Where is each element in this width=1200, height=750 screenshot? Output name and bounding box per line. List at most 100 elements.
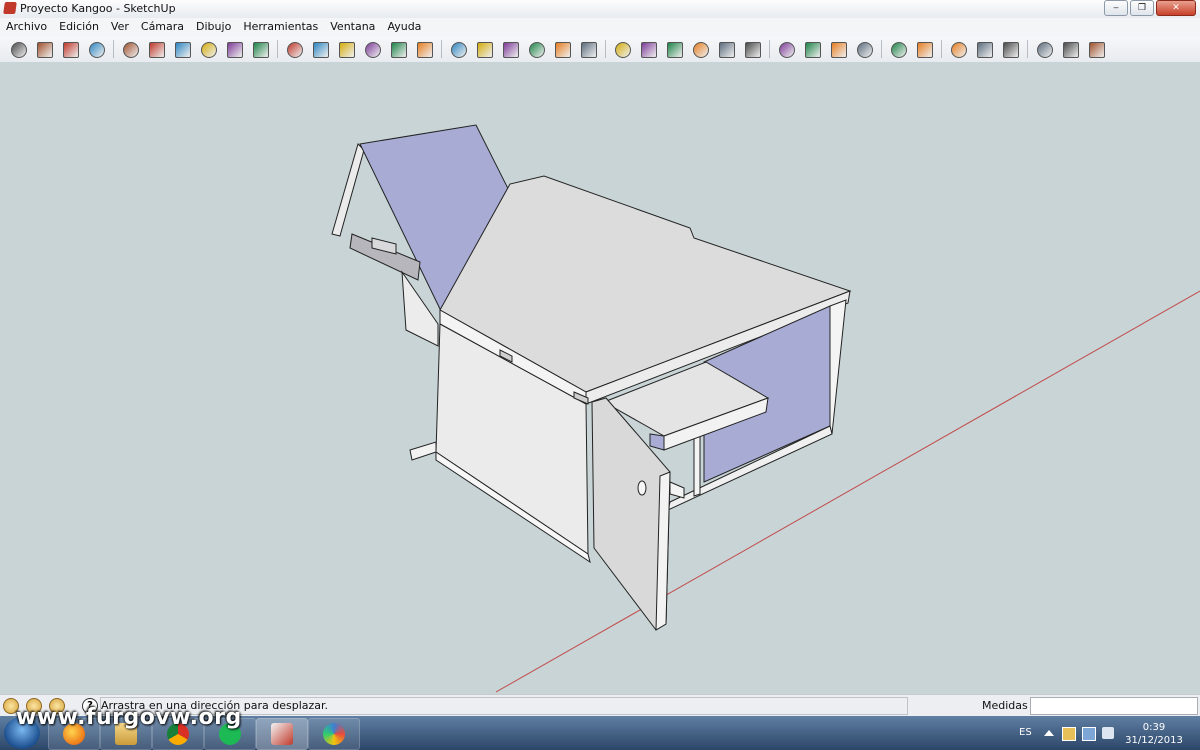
push-pull-tool[interactable]: [310, 39, 330, 59]
zoom-extents-tool[interactable]: [716, 39, 736, 59]
shelf-side-edge: [649, 433, 665, 451]
orbit-tool[interactable]: [612, 39, 632, 59]
position-camera-tool-icon: [779, 42, 795, 58]
toolbar-separator: [605, 40, 606, 58]
zoom-tool[interactable]: [664, 39, 684, 59]
menu-archivo[interactable]: Archivo: [0, 18, 53, 36]
orbit-tool-icon: [615, 42, 631, 58]
previous-view-tool[interactable]: [742, 39, 762, 59]
window-title: Proyecto Kangoo - SketchUp: [20, 2, 176, 15]
follow-me-tool[interactable]: [362, 39, 382, 59]
sketchup-app-icon: [3, 2, 17, 14]
maximize-button[interactable]: ❐: [1130, 0, 1154, 16]
dimension-tool-icon: [477, 42, 493, 58]
add-location-tool[interactable]: [948, 39, 968, 59]
make-component-tool[interactable]: [34, 39, 54, 59]
3d-warehouse-tool-icon: [1063, 42, 1079, 58]
menu-camara[interactable]: Cámara: [135, 18, 190, 36]
polygon-tool[interactable]: [224, 39, 244, 59]
title-bar: Proyecto Kangoo - SketchUp ‒ ❐ ✕: [0, 0, 1200, 19]
menu-ayuda[interactable]: Ayuda: [381, 18, 427, 36]
minimize-button[interactable]: ‒: [1104, 0, 1128, 16]
zoom-window-tool-icon: [693, 42, 709, 58]
menu-herramientas[interactable]: Herramientas: [237, 18, 324, 36]
tape-measure-tool[interactable]: [448, 39, 468, 59]
zoom-window-tool[interactable]: [690, 39, 710, 59]
foot-piece: [409, 441, 437, 461]
photo-textures-tool-icon: [1003, 42, 1019, 58]
scale-tool[interactable]: [388, 39, 408, 59]
position-camera-tool[interactable]: [776, 39, 796, 59]
follow-me-tool-icon: [365, 42, 381, 58]
rectangle-tool[interactable]: [120, 39, 140, 59]
toolbar-separator: [769, 40, 770, 58]
share-model-tool[interactable]: [914, 39, 934, 59]
menu-ventana[interactable]: Ventana: [324, 18, 381, 36]
flag-icon[interactable]: [1062, 727, 1076, 741]
protractor-tool[interactable]: [500, 39, 520, 59]
toolbar-separator: [881, 40, 882, 58]
sketchup-icon: [271, 723, 293, 745]
3d-text-tool[interactable]: [578, 39, 598, 59]
arc-tool-icon: [201, 42, 217, 58]
axes-tool-icon: [555, 42, 571, 58]
taskbar-paint[interactable]: [308, 718, 360, 750]
extension-warehouse-tool-icon: [1089, 42, 1105, 58]
model-viewport[interactable]: [0, 62, 1200, 694]
toolbar-separator: [441, 40, 442, 58]
pan-tool-icon: [641, 42, 657, 58]
toolbar-separator: [277, 40, 278, 58]
rectangle-tool-icon: [123, 42, 139, 58]
roof-side-panel: [331, 143, 365, 237]
select-tool[interactable]: [8, 39, 28, 59]
extension-warehouse-tool[interactable]: [1086, 39, 1106, 59]
section-plane-tool[interactable]: [854, 39, 874, 59]
photo-textures-tool[interactable]: [1000, 39, 1020, 59]
close-button[interactable]: ✕: [1156, 0, 1196, 16]
share-model-tool-icon: [917, 42, 933, 58]
axes-tool[interactable]: [552, 39, 572, 59]
look-around-tool[interactable]: [802, 39, 822, 59]
get-models-tool-icon: [891, 42, 907, 58]
get-photo-texture-tool[interactable]: [1034, 39, 1054, 59]
watermark-text: www.furgovw.org: [16, 705, 242, 730]
cabinet-side-edge: [829, 299, 847, 435]
door-hinge-block: [669, 481, 685, 499]
circle-tool[interactable]: [172, 39, 192, 59]
previous-view-tool-icon: [745, 42, 761, 58]
freehand-tool[interactable]: [250, 39, 270, 59]
main-toolbar: [0, 36, 1200, 63]
3d-warehouse-tool[interactable]: [1060, 39, 1080, 59]
language-indicator[interactable]: ES: [1019, 727, 1032, 738]
measurements-input[interactable]: [1030, 697, 1198, 715]
arc-tool[interactable]: [198, 39, 218, 59]
move-tool[interactable]: [284, 39, 304, 59]
menu-edicion[interactable]: Edición: [53, 18, 105, 36]
clock[interactable]: 0:39 31/12/2013: [1124, 721, 1184, 747]
eraser-tool-icon: [89, 42, 105, 58]
line-tool[interactable]: [146, 39, 166, 59]
toggle-terrain-tool-icon: [977, 42, 993, 58]
offset-tool[interactable]: [414, 39, 434, 59]
get-models-tool[interactable]: [888, 39, 908, 59]
cabinet-divider: [693, 431, 701, 497]
volume-icon[interactable]: [1102, 727, 1114, 739]
network-icon[interactable]: [1082, 727, 1096, 741]
toolbar-separator: [1027, 40, 1028, 58]
rotate-tool[interactable]: [336, 39, 356, 59]
menu-ver[interactable]: Ver: [105, 18, 135, 36]
toggle-terrain-tool[interactable]: [974, 39, 994, 59]
pan-tool[interactable]: [638, 39, 658, 59]
paint-bucket-tool-icon: [63, 42, 79, 58]
dimension-tool[interactable]: [474, 39, 494, 59]
walk-tool[interactable]: [828, 39, 848, 59]
get-photo-texture-tool-icon: [1037, 42, 1053, 58]
paint-bucket-tool[interactable]: [60, 39, 80, 59]
menu-dibujo[interactable]: Dibujo: [190, 18, 237, 36]
clock-date: 31/12/2013: [1125, 735, 1183, 746]
show-hidden-icons-icon[interactable]: [1044, 730, 1054, 736]
text-tool[interactable]: [526, 39, 546, 59]
move-tool-icon: [287, 42, 303, 58]
eraser-tool[interactable]: [86, 39, 106, 59]
taskbar-sketchup[interactable]: [256, 718, 308, 750]
